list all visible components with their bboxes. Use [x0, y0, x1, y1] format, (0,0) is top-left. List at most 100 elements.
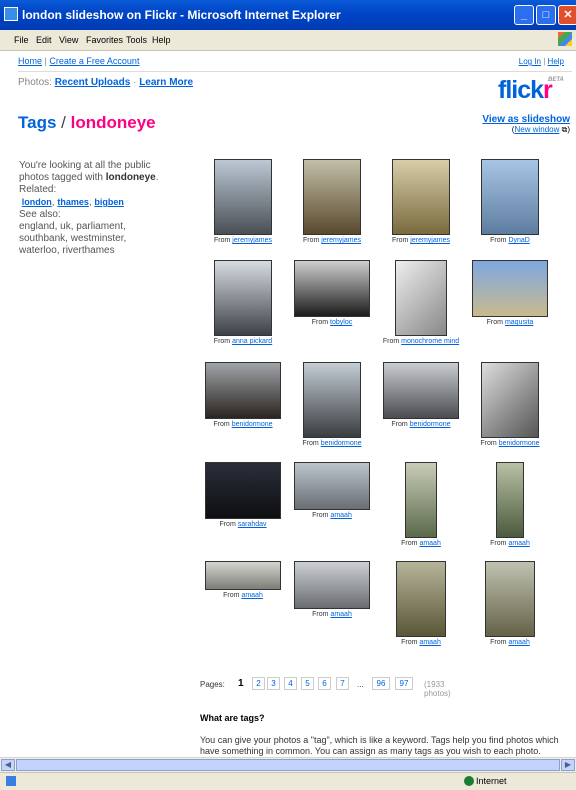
flickr-logo[interactable]: flickr — [498, 76, 553, 105]
recent-uploads-link[interactable]: Recent Uploads — [55, 77, 131, 88]
photo-item: From jeremyjames — [378, 159, 464, 245]
photo-thumbnail[interactable] — [205, 362, 281, 419]
photo-thumbnail[interactable] — [396, 561, 446, 637]
photo-thumbnail[interactable] — [481, 362, 539, 438]
scroll-right-icon[interactable]: ▶ — [561, 759, 575, 771]
photo-thumbnail[interactable] — [303, 159, 361, 235]
photo-thumbnail[interactable] — [303, 362, 361, 438]
user-link[interactable]: maqusita — [505, 319, 533, 326]
photo-thumbnail[interactable] — [481, 159, 539, 235]
tag-link[interactable]: riverthames — [62, 245, 114, 256]
menu-tools[interactable]: Tools — [126, 35, 147, 45]
user-link[interactable]: DynaD — [508, 237, 529, 244]
user-link[interactable]: benidormone — [321, 440, 362, 447]
minimize-button[interactable]: _ — [514, 5, 534, 25]
photo-item: From sarahdav — [200, 462, 286, 529]
top-nav: Home | Create a Free Account — [18, 56, 139, 66]
tag-link[interactable]: southbank — [19, 233, 65, 244]
tag-link[interactable]: uk — [60, 221, 71, 232]
user-link[interactable]: benidormone — [232, 421, 273, 428]
page-link[interactable]: 2 — [252, 677, 265, 690]
photo-thumbnail[interactable] — [383, 362, 459, 419]
learn-more-link[interactable]: Learn More — [139, 77, 193, 88]
user-link[interactable]: sarahdav — [238, 521, 267, 528]
user-link[interactable]: amaah — [508, 639, 529, 646]
photo-thumbnail[interactable] — [294, 561, 370, 609]
photo-thumbnail[interactable] — [395, 260, 447, 336]
page-link[interactable]: 97 — [395, 677, 413, 690]
related-tags: london, thames, bigben — [21, 197, 124, 208]
user-link[interactable]: jeremyjames — [410, 237, 450, 244]
photo-thumbnail[interactable] — [294, 260, 370, 317]
menu-file[interactable]: File — [14, 35, 29, 45]
new-window-link[interactable]: New window — [514, 125, 559, 134]
pages-ellipsis: ... — [357, 680, 364, 689]
slideshow-box: View as slideshow (New window ⧉) — [482, 114, 570, 134]
photo-thumbnail[interactable] — [472, 260, 548, 317]
dot-separator: · — [133, 77, 137, 88]
photo-thumbnail[interactable] — [294, 462, 370, 510]
view-slideshow-link[interactable]: View as slideshow — [482, 114, 570, 125]
user-link[interactable]: amaah — [330, 512, 351, 519]
current-page: 1 — [238, 678, 244, 689]
login-link[interactable]: Log In — [519, 57, 541, 66]
photo-item: From amaah — [467, 462, 553, 548]
photo-thumbnail[interactable] — [405, 462, 437, 538]
menu-view[interactable]: View — [59, 35, 78, 45]
tag-link[interactable]: waterloo — [19, 245, 57, 256]
user-link[interactable]: amaah — [241, 592, 262, 599]
horizontal-scrollbar[interactable]: ◀ ▶ — [0, 757, 576, 772]
help-link[interactable]: Help — [548, 57, 564, 66]
menu-edit[interactable]: Edit — [36, 35, 52, 45]
photo-thumbnail[interactable] — [205, 561, 281, 590]
photo-thumbnail[interactable] — [205, 462, 281, 519]
page-link[interactable]: 7 — [336, 677, 349, 690]
user-link[interactable]: monochrome mind — [401, 338, 459, 345]
user-link[interactable]: amaah — [419, 540, 440, 547]
page-link[interactable]: 6 — [318, 677, 331, 690]
user-link[interactable]: tobyloc — [330, 319, 352, 326]
tag-link[interactable]: london — [22, 197, 52, 207]
page-link[interactable]: 96 — [372, 677, 390, 690]
nav-separator: | — [44, 56, 47, 66]
tag-link[interactable]: westminster — [71, 233, 124, 244]
scroll-left-icon[interactable]: ◀ — [1, 759, 15, 771]
user-link[interactable]: benidormone — [499, 440, 540, 447]
page-link[interactable]: 5 — [301, 677, 314, 690]
user-link[interactable]: amaah — [330, 611, 351, 618]
photo-item: From amaah — [289, 561, 375, 619]
photo-thumbnail[interactable] — [392, 159, 450, 235]
tag-link[interactable]: parliament — [76, 221, 123, 232]
user-link[interactable]: benidormone — [410, 421, 451, 428]
beta-badge: BETA — [548, 77, 564, 83]
page-link[interactable]: 3 — [267, 677, 280, 690]
photo-thumbnail[interactable] — [214, 159, 272, 235]
close-button[interactable]: ✕ — [558, 5, 576, 25]
maximize-button[interactable]: □ — [536, 5, 556, 25]
tag-link[interactable]: thames — [57, 197, 89, 207]
user-link[interactable]: amaah — [508, 540, 529, 547]
window-title-bar[interactable]: london slideshow on Flickr - Microsoft I… — [0, 0, 576, 30]
page-link[interactable]: 4 — [284, 677, 297, 690]
photo-thumbnail[interactable] — [496, 462, 524, 538]
user-link[interactable]: jeremyjames — [232, 237, 272, 244]
tag-link[interactable]: england — [19, 221, 55, 232]
home-link[interactable]: Home — [18, 56, 42, 66]
tag-link[interactable]: bigben — [94, 197, 124, 207]
photo-item: From jeremyjames — [289, 159, 375, 245]
see-also-label: See also: — [19, 209, 61, 220]
photo-thumbnail[interactable] — [214, 260, 272, 336]
user-link[interactable]: jeremyjames — [321, 237, 361, 244]
menu-favorites[interactable]: Favorites — [86, 35, 123, 45]
photo-thumbnail[interactable] — [485, 561, 535, 637]
create-account-link[interactable]: Create a Free Account — [49, 56, 139, 66]
user-link[interactable]: amaah — [419, 639, 440, 646]
nav-separator: | — [543, 57, 546, 66]
scrollbar-thumb[interactable] — [16, 759, 560, 771]
menu-help[interactable]: Help — [152, 35, 171, 45]
internet-zone-icon — [464, 776, 474, 786]
user-link[interactable]: anna pickard — [232, 338, 272, 345]
tags-title-link[interactable]: Tags — [18, 113, 56, 132]
photo-item: From amaah — [200, 561, 286, 600]
window-title: london slideshow on Flickr - Microsoft I… — [22, 8, 341, 22]
